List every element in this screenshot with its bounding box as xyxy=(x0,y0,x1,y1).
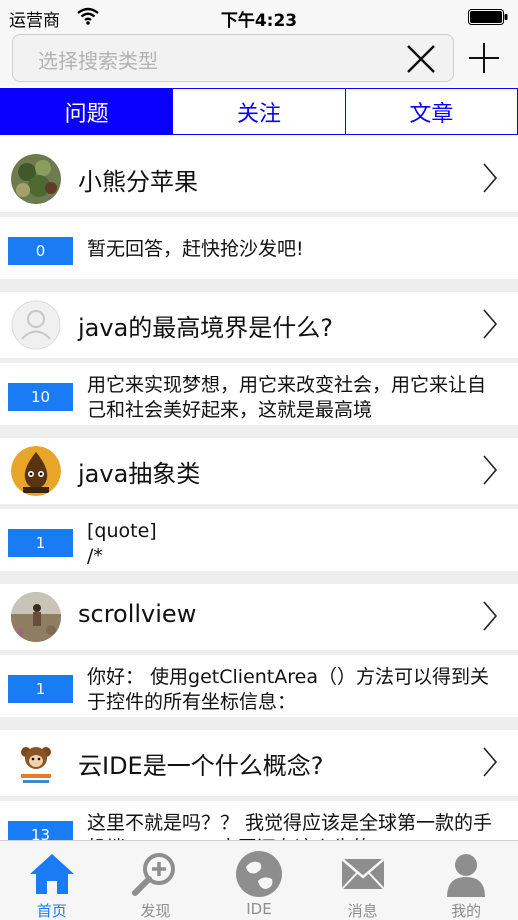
question-header[interactable]: java的最高境界是什么? xyxy=(0,292,518,358)
plant-photo-icon xyxy=(11,154,61,204)
answer-count-badge: 0 xyxy=(8,237,73,265)
tab-ide[interactable]: IDE xyxy=(207,841,311,920)
field-photo-icon xyxy=(11,592,61,642)
message-icon xyxy=(340,858,385,890)
answer-preview-row[interactable]: 13 这里不就是吗？？ 我觉得应该是全球第一款的手机端java ide，中国还有… xyxy=(0,801,518,840)
tab-profile[interactable]: 我的 xyxy=(414,841,518,920)
question-title: java的最高境界是什么? xyxy=(78,314,334,342)
answer-count-badge: 1 xyxy=(8,675,73,703)
question-card[interactable]: java的最高境界是什么? 10 用它来实现梦想，用它来改变社会，用它来让自己和… xyxy=(0,292,518,425)
avatar xyxy=(11,738,61,788)
tab-profile-label: 我的 xyxy=(451,902,482,920)
answer-preview-row[interactable]: 10 用它来实现梦想，用它来改变社会，用它来让自己和社会美好起来，这就是最高境 xyxy=(0,363,518,425)
tab-discover-label: 发现 xyxy=(140,902,171,920)
tab-messages-label: 消息 xyxy=(347,902,378,920)
add-question-button[interactable] xyxy=(464,38,504,78)
tab-bar: 首页 发现 IDE 消息 我的 xyxy=(0,840,518,920)
chevron-right-icon[interactable] xyxy=(482,162,498,194)
avatar xyxy=(11,154,61,204)
search-bar: 选择搜索类型 xyxy=(0,34,518,86)
question-card[interactable]: 小熊分苹果 0 暂无回答，赶快抢沙发吧! xyxy=(0,146,518,279)
question-header[interactable]: java抽象类 xyxy=(0,438,518,504)
avatar xyxy=(11,300,61,350)
ide-icon xyxy=(235,851,282,897)
answer-preview: 你好： 使用getClientArea（）方法可以得到关于控件的所有坐标信息： xyxy=(87,666,489,713)
codeant-logo-icon xyxy=(11,738,61,788)
search-placeholder: 选择搜索类型 xyxy=(38,49,158,73)
segment-questions[interactable]: 问题 xyxy=(1,89,173,134)
avatar xyxy=(11,446,61,496)
status-bar: 运营商 下午4:23 xyxy=(0,0,518,34)
question-title: scrollview xyxy=(78,600,197,628)
question-header[interactable]: scrollview xyxy=(0,584,518,650)
cocos2d-logo-icon xyxy=(11,446,61,496)
profile-icon xyxy=(447,854,486,897)
question-title: 云IDE是一个什么概念? xyxy=(78,752,324,780)
question-card[interactable]: scrollview 1 你好： 使用getClientArea（）方法可以得到… xyxy=(0,584,518,717)
status-time: 下午4:23 xyxy=(220,11,298,31)
battery-icon xyxy=(468,9,508,25)
answer-preview-row[interactable]: 1 [quote] /* xyxy=(0,509,518,571)
segment-articles[interactable]: 文章 xyxy=(344,89,517,134)
clear-search-icon[interactable] xyxy=(403,41,439,77)
tab-home-label: 首页 xyxy=(36,902,67,920)
question-list[interactable]: 小熊分苹果 0 暂无回答，赶快抢沙发吧! java的最高境界是什么? 10 用它… xyxy=(0,146,518,840)
answer-count-badge: 10 xyxy=(8,383,73,411)
default-user-icon xyxy=(11,300,61,350)
question-card[interactable]: 云IDE是一个什么概念? 13 这里不就是吗？？ 我觉得应该是全球第一款的手机端… xyxy=(0,730,518,840)
avatar xyxy=(11,592,61,642)
segment-following[interactable]: 关注 xyxy=(172,89,345,134)
tab-ide-label: IDE xyxy=(246,900,272,918)
answer-preview: 暂无回答，赶快抢沙发吧! xyxy=(87,238,304,260)
answer-preview: [quote] /* xyxy=(87,520,157,567)
chevron-right-icon[interactable] xyxy=(482,308,498,340)
chevron-right-icon[interactable] xyxy=(482,600,498,632)
answer-preview: 这里不就是吗？？ 我觉得应该是全球第一款的手机端java ide，中国还有这么牛… xyxy=(87,812,493,840)
tab-discover[interactable]: 发现 xyxy=(104,841,208,920)
answer-count-badge: 1 xyxy=(8,529,73,557)
tab-messages[interactable]: 消息 xyxy=(311,841,415,920)
question-header[interactable]: 云IDE是一个什么概念? xyxy=(0,730,518,796)
question-title: java抽象类 xyxy=(78,460,201,488)
question-card[interactable]: java抽象类 1 [quote] /* xyxy=(0,438,518,571)
chevron-right-icon[interactable] xyxy=(482,746,498,778)
question-header[interactable]: 小熊分苹果 xyxy=(0,146,518,212)
home-icon xyxy=(29,854,74,894)
discover-icon xyxy=(132,853,176,896)
answer-preview-row[interactable]: 1 你好： 使用getClientArea（）方法可以得到关于控件的所有坐标信息… xyxy=(0,655,518,717)
search-input[interactable]: 选择搜索类型 xyxy=(12,34,454,82)
answer-count-badge: 13 xyxy=(8,821,73,840)
category-segmented-control: 问题 关注 文章 xyxy=(0,88,518,135)
answer-preview: 用它来实现梦想，用它来改变社会，用它来让自己和社会美好起来，这就是最高境 xyxy=(87,374,487,421)
answer-preview-row[interactable]: 0 暂无回答，赶快抢沙发吧! xyxy=(0,217,518,279)
question-title: 小熊分苹果 xyxy=(78,168,198,196)
chevron-right-icon[interactable] xyxy=(482,454,498,486)
tab-home[interactable]: 首页 xyxy=(0,841,104,920)
